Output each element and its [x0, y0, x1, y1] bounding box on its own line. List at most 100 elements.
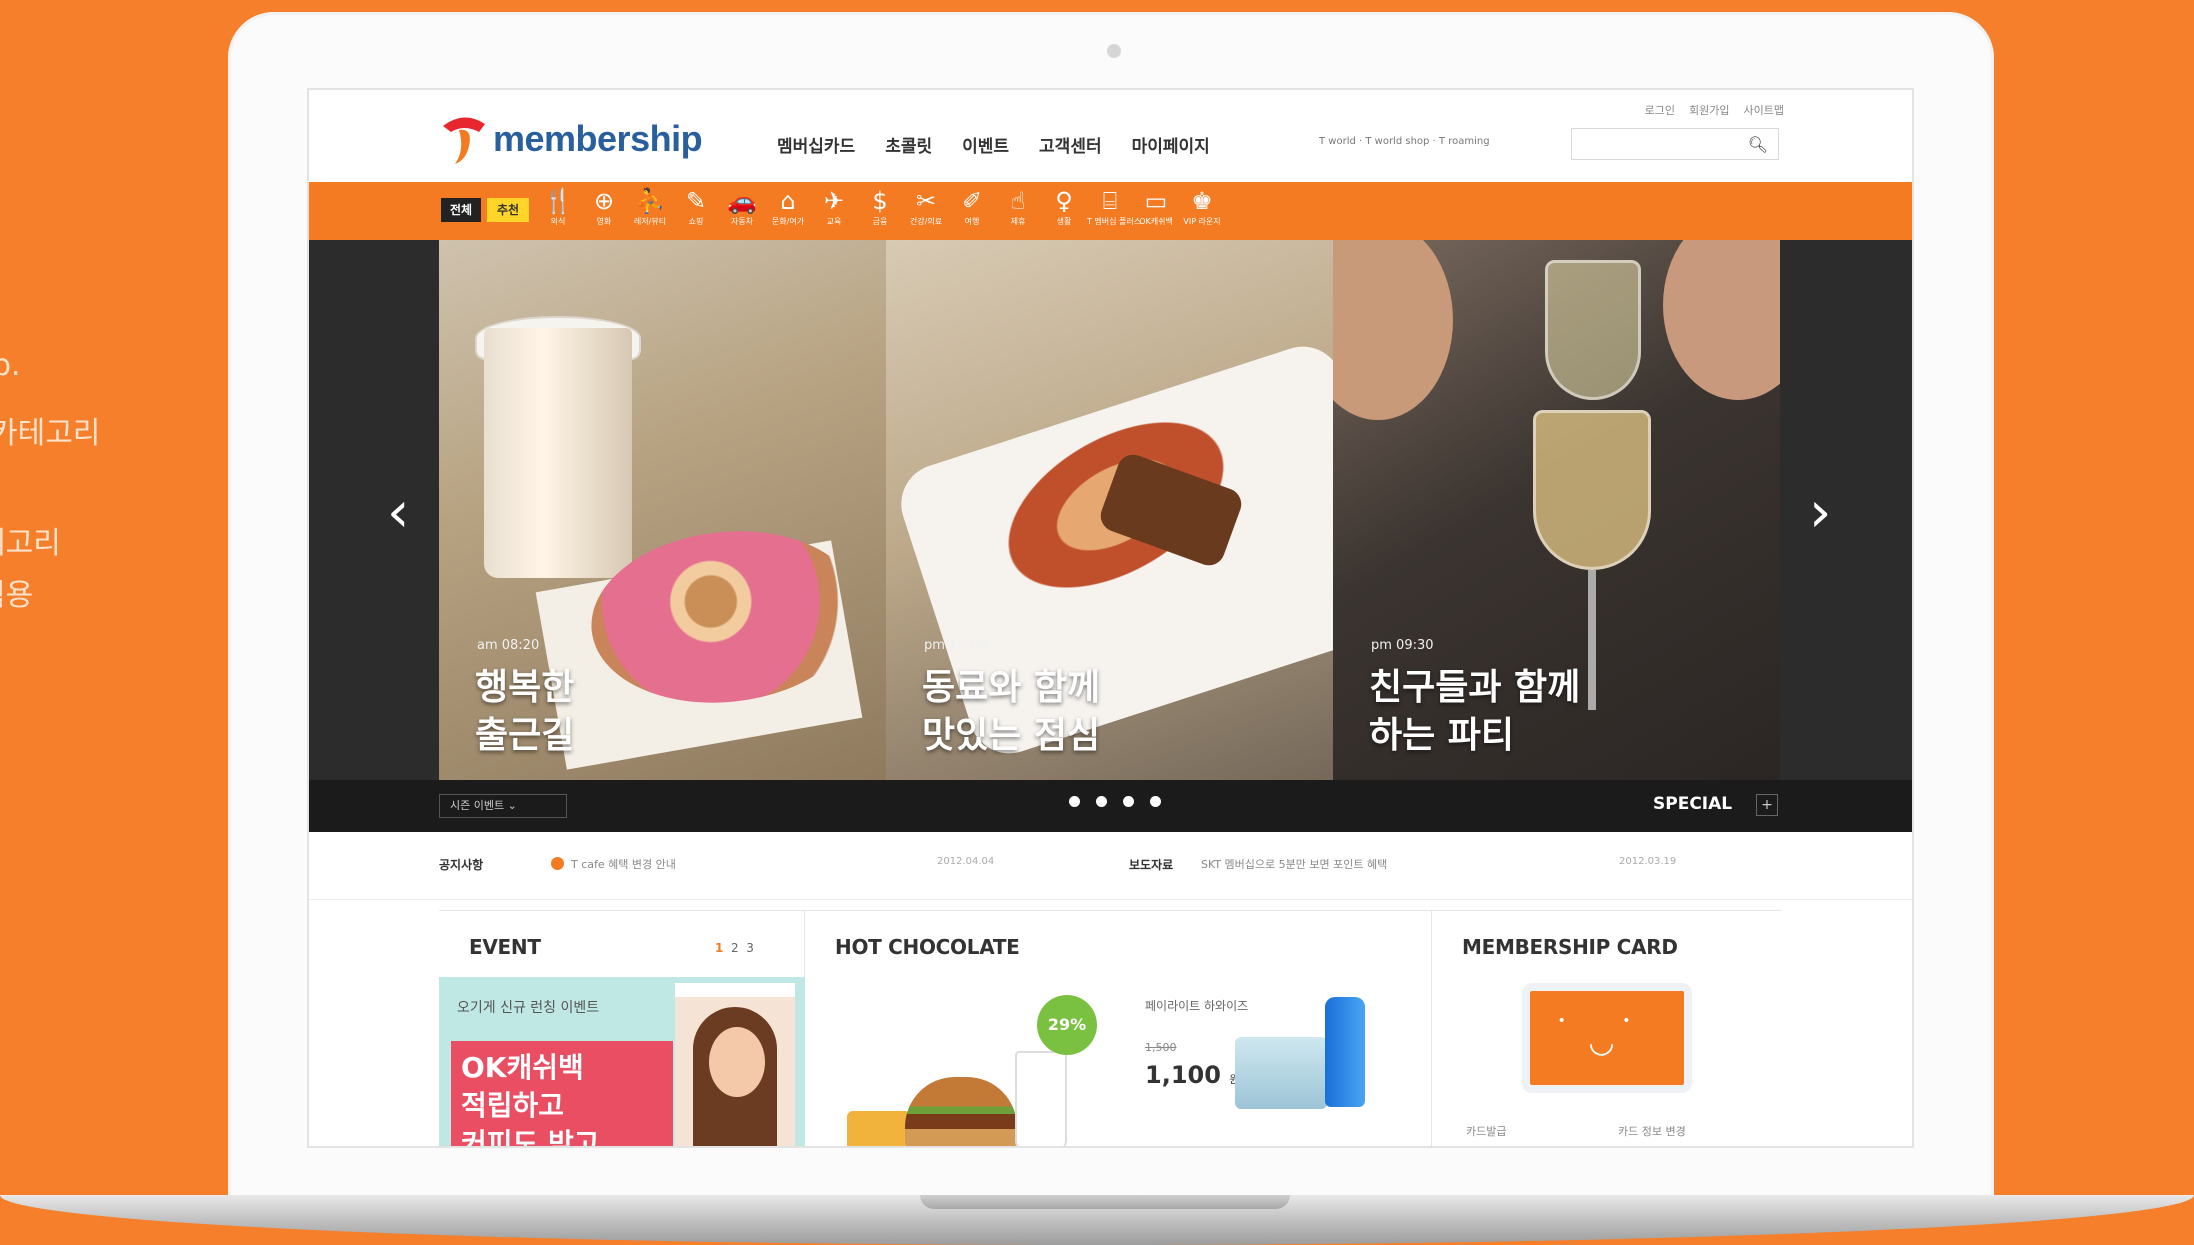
category-list: 🍴 외식 ⊕ 영화 ⛹ 레저/뷰티 ✎ 쇼핑 🚗 자동차 ⌂ 문화/여가 ✈ 교육 $ 금융 ✂ 건강/의료 ✐ 여행… — [535, 186, 1225, 236]
category-item[interactable]: ✂ 건강/의료 — [903, 186, 949, 236]
card-title: MEMBERSHIP CARD — [1462, 935, 1678, 959]
category-bar: 전체 추천 🍴 외식 ⊕ 영화 ⛹ 레저/뷰티 ✎ 쇼핑 🚗 자동차 ⌂ 문화/여가 ✈ 교육 $ 금융 ✂ 건강… — [309, 182, 1912, 240]
slider-dot[interactable] — [1150, 796, 1161, 807]
signup-link[interactable]: 회원가입 — [1689, 102, 1729, 118]
logo[interactable]: membership — [439, 112, 703, 166]
event-box: EVENT 1 2 3 오기게 신규 런칭 이벤트 OK캐쉬백 적립하고 커피도… — [439, 911, 805, 1146]
drink-cup — [1015, 1051, 1067, 1146]
price-value: 1,100 — [1145, 1061, 1221, 1089]
pager-1[interactable]: 1 — [715, 941, 723, 955]
category-item[interactable]: ⌸ T 멤버십 플러스 — [1087, 186, 1142, 236]
product-name[interactable]: 페이라이트 하와이즈 — [1145, 997, 1248, 1014]
slider-dot[interactable] — [1123, 796, 1134, 807]
event-pager: 1 2 3 — [715, 941, 754, 955]
card-smile-icon: ◡ — [1590, 1025, 1614, 1060]
notice-row: 공지사항 T cafe 혜택 변경 안내 2012.04.04 보도자료 SKT… — [309, 832, 1912, 900]
category-icon: ⛹ — [635, 187, 665, 215]
special-plus-button[interactable]: + — [1756, 794, 1778, 816]
slide-caption: 동료와 함께 맛있는 점심 — [922, 667, 1101, 756]
category-item[interactable]: 🍴 외식 — [535, 186, 581, 236]
press-link[interactable]: SKT 멤버십으로 5분만 보면 포인트 혜택 — [1201, 856, 1387, 872]
category-item[interactable]: 🚗 자동차 — [719, 186, 765, 236]
category-icon: ⊕ — [593, 187, 615, 215]
special-label[interactable]: SPECIAL — [1653, 794, 1732, 814]
membership-card-box: MEMBERSHIP CARD • • ◡ 카드발급 카드 정보 변경 — [1432, 911, 1781, 1146]
category-item[interactable]: ⊕ 영화 — [581, 186, 627, 236]
category-item[interactable]: ☝ 제휴 — [995, 186, 1041, 236]
side-note-3: 테고리 — [0, 526, 61, 561]
notice-date: 2012.04.04 — [937, 856, 995, 867]
season-event-select[interactable]: 시즌 이벤트 ⌄ — [439, 794, 567, 818]
notice-bullet-icon — [551, 857, 564, 870]
slide-time: am 08:20 — [477, 638, 540, 653]
category-label: VIP 라운지 — [1183, 217, 1221, 226]
subsite-links[interactable]: T world · T world shop · T roaming — [1319, 136, 1490, 147]
main-nav: 멤버십카드 초콜릿 이벤트 고객센터 마이페이지 — [777, 132, 1210, 157]
nav-event[interactable]: 이벤트 — [962, 132, 1009, 157]
website-screen: membership 멤버십카드 초콜릿 이벤트 고객센터 마이페이지 T wo… — [307, 88, 1914, 1148]
category-item[interactable]: ♚ VIP 라운지 — [1179, 186, 1225, 236]
slide-party[interactable]: pm 09:30 친구들과 함께 하는 파티 — [1333, 240, 1780, 780]
price: 1,100 원 — [1145, 1061, 1239, 1089]
category-icon: 🍴 — [543, 187, 573, 215]
burger[interactable] — [905, 1077, 1017, 1146]
event-banner[interactable]: 오기게 신규 런칭 이벤트 OK캐쉬백 적립하고 커피도 받고 — [439, 977, 805, 1146]
category-icon: 🚗 — [727, 187, 757, 215]
discount-badge: 29% — [1037, 995, 1097, 1055]
slider-dots — [1069, 796, 1161, 807]
pager-3[interactable]: 3 — [746, 941, 754, 955]
notice-link[interactable]: T cafe 혜택 변경 안내 — [571, 856, 676, 872]
category-item[interactable]: ✐ 여행 — [949, 186, 995, 236]
side-note-2: 카테고리 — [0, 416, 101, 451]
card-info-change-link[interactable]: 카드 정보 변경 — [1618, 1123, 1686, 1139]
category-label: T 멤버십 플러스 — [1087, 217, 1142, 226]
slide-caption: 행복한 출근길 — [475, 667, 575, 756]
tab-recommend[interactable]: 추천 — [487, 198, 529, 222]
search-icon[interactable]: 🔍︎ — [1748, 135, 1768, 154]
tab-all[interactable]: 전체 — [441, 198, 481, 222]
nav-my-page[interactable]: 마이페이지 — [1132, 132, 1210, 157]
slide-morning[interactable]: am 08:20 행복한 출근길 — [439, 240, 886, 780]
slide-caption: 친구들과 함께 하는 파티 — [1369, 667, 1581, 756]
category-item[interactable]: ⛹ 레저/뷰티 — [627, 186, 673, 236]
nav-customer-center[interactable]: 고객센터 — [1039, 132, 1102, 157]
membership-card-image[interactable]: • • ◡ — [1522, 983, 1692, 1093]
person-right — [1663, 240, 1780, 400]
logo-text: membership — [493, 118, 703, 159]
category-label: 금융 — [872, 217, 888, 226]
person-left — [1333, 240, 1453, 420]
hot-chocolate-box: HOT CHOCOLATE 29% 페이라이트 하와이즈 1,500 1,100… — [805, 911, 1432, 1146]
coffee-cup — [484, 328, 632, 578]
slide-lunch[interactable]: pm 12:00 동료와 함께 맛있는 점심 — [886, 240, 1333, 780]
category-icon: ☝ — [1010, 187, 1026, 215]
category-item[interactable]: $ 금융 — [857, 186, 903, 236]
category-icon: ✈ — [823, 187, 845, 215]
category-item[interactable]: ✎ 쇼핑 — [673, 186, 719, 236]
hero-slider: am 08:20 행복한 출근길 pm 12:00 동료와 함께 맛있는 점심 … — [309, 240, 1912, 780]
nav-membership-card[interactable]: 멤버십카드 — [777, 132, 855, 157]
hot-title: HOT CHOCOLATE — [835, 935, 1020, 959]
glass-stem — [1588, 570, 1596, 710]
category-item[interactable]: ✈ 교육 — [811, 186, 857, 236]
sitemap-link[interactable]: 사이트맵 — [1744, 102, 1784, 118]
category-icon: ⌂ — [780, 187, 796, 215]
pager-2[interactable]: 2 — [731, 941, 739, 955]
prev-arrow-icon[interactable]: ‹ — [387, 480, 409, 545]
category-label: 생활 — [1056, 217, 1072, 226]
category-icon: ♀ — [1055, 187, 1073, 215]
nav-chocolate[interactable]: 초콜릿 — [885, 132, 932, 157]
category-item[interactable]: ▭ OK캐쉬백 — [1133, 186, 1179, 236]
top-links: 로그인 회원가입 사이트맵 — [1645, 102, 1784, 118]
bottle-image — [1325, 997, 1365, 1107]
slider-dot[interactable] — [1069, 796, 1080, 807]
slider-dot[interactable] — [1096, 796, 1107, 807]
slide-time: pm 09:30 — [1371, 638, 1434, 653]
fries — [847, 1111, 911, 1146]
category-item[interactable]: ♀ 생활 — [1041, 186, 1087, 236]
category-item[interactable]: ⌂ 문화/여가 — [765, 186, 811, 236]
card-issue-link[interactable]: 카드발급 — [1466, 1123, 1506, 1139]
wine-glass-bottom — [1533, 410, 1651, 570]
login-link[interactable]: 로그인 — [1645, 102, 1675, 118]
search-input[interactable]: 🔍︎ — [1571, 128, 1779, 160]
next-arrow-icon[interactable]: › — [1809, 480, 1831, 545]
